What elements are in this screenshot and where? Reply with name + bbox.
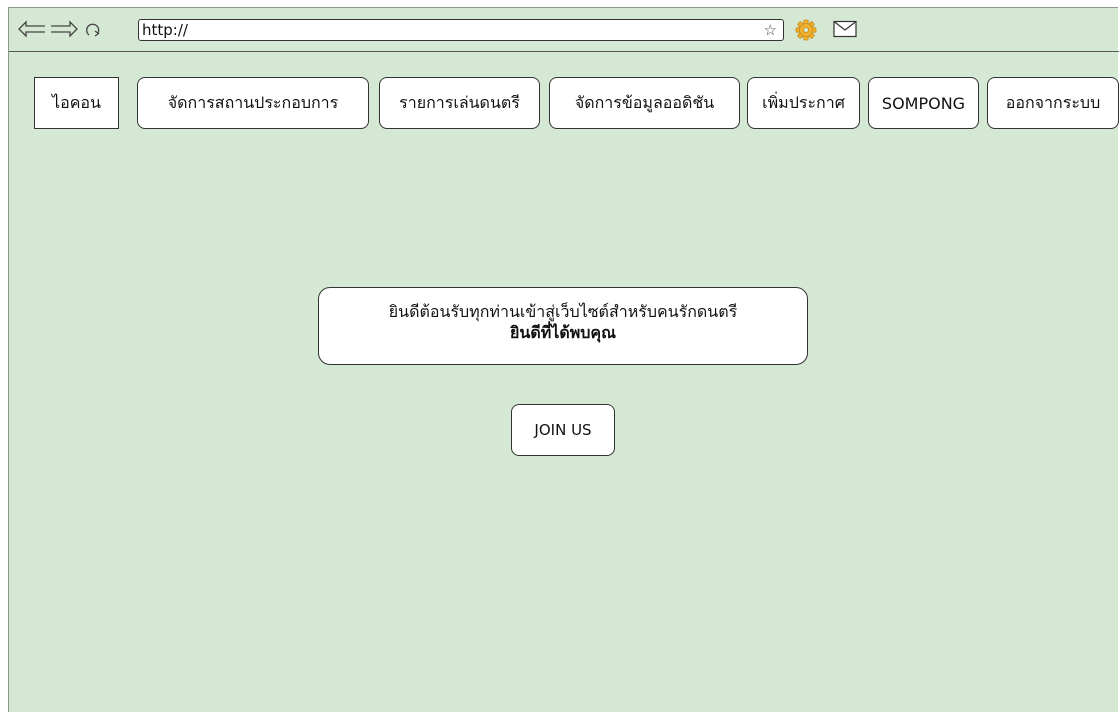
back-arrow-icon[interactable] bbox=[17, 20, 47, 38]
welcome-text: ยินดีต้อนรับทุกท่านเข้าสู่เว็บไซต์สำหรับ… bbox=[388, 302, 738, 321]
menu-logout[interactable]: ออกจากระบบ bbox=[987, 77, 1119, 129]
url-bar[interactable]: http:// ☆ bbox=[138, 19, 784, 41]
forward-arrow-icon[interactable] bbox=[49, 20, 79, 38]
menu-user-sompong[interactable]: SOMPONG bbox=[868, 77, 979, 129]
menu-icon-button[interactable]: ไอคอน bbox=[34, 77, 119, 129]
browser-toolbar: http:// ☆ bbox=[9, 8, 1119, 52]
welcome-message-box: ยินดีต้อนรับทุกท่านเข้าสู่เว็บไซต์สำหรับ… bbox=[318, 287, 808, 365]
menu-manage-audition[interactable]: จัดการข้อมูลออดิชัน bbox=[549, 77, 740, 129]
menu-manage-business[interactable]: จัดการสถานประกอบการ bbox=[137, 77, 369, 129]
bookmark-star-icon[interactable]: ☆ bbox=[764, 20, 777, 40]
gear-icon[interactable] bbox=[795, 19, 817, 41]
reload-icon[interactable] bbox=[83, 20, 105, 38]
url-text: http:// bbox=[142, 21, 188, 39]
browser-window: http:// ☆ ไอคอน จัดการสถานประกอบการ รายก… bbox=[8, 7, 1119, 712]
menu-add-announcement[interactable]: เพิ่มประกาศ bbox=[747, 77, 860, 129]
greeting-text: ยินดีที่ได้พบคุณ bbox=[510, 323, 616, 342]
mail-icon[interactable] bbox=[833, 20, 857, 38]
join-us-button[interactable]: JOIN US bbox=[511, 404, 615, 456]
menu-performance-list[interactable]: รายการเล่นดนตรี bbox=[379, 77, 540, 129]
